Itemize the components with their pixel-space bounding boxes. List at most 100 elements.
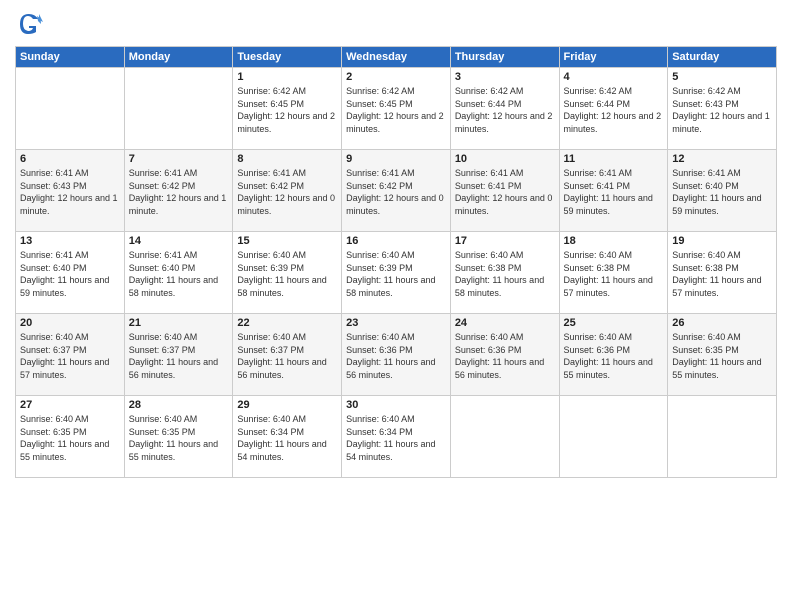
- day-info: Sunrise: 6:40 AM Sunset: 6:37 PM Dayligh…: [20, 331, 120, 381]
- calendar-cell: 26 Sunrise: 6:40 AM Sunset: 6:35 PM Dayli…: [668, 314, 777, 396]
- day-info: Sunrise: 6:40 AM Sunset: 6:37 PM Dayligh…: [237, 331, 337, 381]
- calendar-cell: 29 Sunrise: 6:40 AM Sunset: 6:34 PM Dayli…: [233, 396, 342, 478]
- day-info: Sunrise: 6:41 AM Sunset: 6:42 PM Dayligh…: [237, 167, 337, 217]
- day-info: Sunrise: 6:42 AM Sunset: 6:45 PM Dayligh…: [237, 85, 337, 135]
- weekday-friday: Friday: [559, 47, 668, 68]
- day-info: Sunrise: 6:42 AM Sunset: 6:44 PM Dayligh…: [564, 85, 664, 135]
- day-info: Sunrise: 6:41 AM Sunset: 6:43 PM Dayligh…: [20, 167, 120, 217]
- day-number: 10: [455, 153, 555, 165]
- day-number: 12: [672, 153, 772, 165]
- calendar-cell: 21 Sunrise: 6:40 AM Sunset: 6:37 PM Dayli…: [124, 314, 233, 396]
- weekday-monday: Monday: [124, 47, 233, 68]
- calendar-cell: 19 Sunrise: 6:40 AM Sunset: 6:38 PM Dayli…: [668, 232, 777, 314]
- week-row-2: 6 Sunrise: 6:41 AM Sunset: 6:43 PM Daylig…: [16, 150, 777, 232]
- header: [15, 10, 777, 38]
- calendar-cell: 3Sunrise: 6:42 AM Sunset: 6:44 PM Daylig…: [450, 68, 559, 150]
- day-number: 18: [564, 235, 664, 247]
- calendar-cell: 22 Sunrise: 6:40 AM Sunset: 6:37 PM Dayli…: [233, 314, 342, 396]
- day-number: 30: [346, 399, 446, 411]
- day-number: 8: [237, 153, 337, 165]
- weekday-sunday: Sunday: [16, 47, 125, 68]
- calendar-cell: [16, 68, 125, 150]
- day-info: Sunrise: 6:41 AM Sunset: 6:40 PM Dayligh…: [20, 249, 120, 299]
- day-info: Sunrise: 6:40 AM Sunset: 6:34 PM Dayligh…: [237, 413, 337, 463]
- day-number: 23: [346, 317, 446, 329]
- day-number: 17: [455, 235, 555, 247]
- day-info: Sunrise: 6:40 AM Sunset: 6:37 PM Dayligh…: [129, 331, 229, 381]
- day-info: Sunrise: 6:42 AM Sunset: 6:44 PM Dayligh…: [455, 85, 555, 135]
- day-number: 19: [672, 235, 772, 247]
- weekday-wednesday: Wednesday: [342, 47, 451, 68]
- day-number: 13: [20, 235, 120, 247]
- weekday-saturday: Saturday: [668, 47, 777, 68]
- calendar-cell: 8 Sunrise: 6:41 AM Sunset: 6:42 PM Daylig…: [233, 150, 342, 232]
- calendar-cell: 7 Sunrise: 6:41 AM Sunset: 6:42 PM Daylig…: [124, 150, 233, 232]
- day-info: Sunrise: 6:41 AM Sunset: 6:42 PM Dayligh…: [129, 167, 229, 217]
- calendar: SundayMondayTuesdayWednesdayThursdayFrid…: [15, 46, 777, 478]
- page: SundayMondayTuesdayWednesdayThursdayFrid…: [0, 0, 792, 612]
- day-number: 28: [129, 399, 229, 411]
- calendar-cell: 30Sunrise: 6:40 AM Sunset: 6:34 PM Dayli…: [342, 396, 451, 478]
- logo-icon: [15, 10, 43, 38]
- calendar-cell: 12 Sunrise: 6:41 AM Sunset: 6:40 PM Dayli…: [668, 150, 777, 232]
- week-row-3: 13 Sunrise: 6:41 AM Sunset: 6:40 PM Dayli…: [16, 232, 777, 314]
- day-info: Sunrise: 6:40 AM Sunset: 6:39 PM Dayligh…: [237, 249, 337, 299]
- day-number: 21: [129, 317, 229, 329]
- calendar-cell: [124, 68, 233, 150]
- day-number: 26: [672, 317, 772, 329]
- day-number: 20: [20, 317, 120, 329]
- calendar-cell: 20 Sunrise: 6:40 AM Sunset: 6:37 PM Dayli…: [16, 314, 125, 396]
- day-info: Sunrise: 6:41 AM Sunset: 6:41 PM Dayligh…: [564, 167, 664, 217]
- week-row-1: 1 Sunrise: 6:42 AM Sunset: 6:45 PM Daylig…: [16, 68, 777, 150]
- logo: [15, 10, 45, 38]
- calendar-cell: 17 Sunrise: 6:40 AM Sunset: 6:38 PM Dayli…: [450, 232, 559, 314]
- calendar-cell: 5 Sunrise: 6:42 AM Sunset: 6:43 PM Daylig…: [668, 68, 777, 150]
- day-number: 29: [237, 399, 337, 411]
- day-info: Sunrise: 6:40 AM Sunset: 6:35 PM Dayligh…: [20, 413, 120, 463]
- calendar-cell: 6 Sunrise: 6:41 AM Sunset: 6:43 PM Daylig…: [16, 150, 125, 232]
- day-info: Sunrise: 6:40 AM Sunset: 6:39 PM Dayligh…: [346, 249, 446, 299]
- day-number: 27: [20, 399, 120, 411]
- calendar-cell: 14 Sunrise: 6:41 AM Sunset: 6:40 PM Dayli…: [124, 232, 233, 314]
- calendar-cell: [668, 396, 777, 478]
- week-row-4: 20 Sunrise: 6:40 AM Sunset: 6:37 PM Dayli…: [16, 314, 777, 396]
- day-info: Sunrise: 6:41 AM Sunset: 6:41 PM Dayligh…: [455, 167, 555, 217]
- calendar-cell: 10 Sunrise: 6:41 AM Sunset: 6:41 PM Dayli…: [450, 150, 559, 232]
- day-number: 6: [20, 153, 120, 165]
- day-info: Sunrise: 6:40 AM Sunset: 6:36 PM Dayligh…: [346, 331, 446, 381]
- weekday-header-row: SundayMondayTuesdayWednesdayThursdayFrid…: [16, 47, 777, 68]
- day-info: Sunrise: 6:40 AM Sunset: 6:38 PM Dayligh…: [564, 249, 664, 299]
- calendar-cell: 15 Sunrise: 6:40 AM Sunset: 6:39 PM Dayli…: [233, 232, 342, 314]
- day-info: Sunrise: 6:40 AM Sunset: 6:36 PM Dayligh…: [564, 331, 664, 381]
- day-number: 24: [455, 317, 555, 329]
- day-info: Sunrise: 6:40 AM Sunset: 6:35 PM Dayligh…: [672, 331, 772, 381]
- calendar-cell: 18 Sunrise: 6:40 AM Sunset: 6:38 PM Dayli…: [559, 232, 668, 314]
- day-info: Sunrise: 6:41 AM Sunset: 6:42 PM Dayligh…: [346, 167, 446, 217]
- calendar-cell: 25 Sunrise: 6:40 AM Sunset: 6:36 PM Dayli…: [559, 314, 668, 396]
- day-number: 7: [129, 153, 229, 165]
- calendar-cell: 23 Sunrise: 6:40 AM Sunset: 6:36 PM Dayli…: [342, 314, 451, 396]
- day-number: 11: [564, 153, 664, 165]
- day-number: 22: [237, 317, 337, 329]
- day-info: Sunrise: 6:42 AM Sunset: 6:43 PM Dayligh…: [672, 85, 772, 135]
- calendar-cell: 27 Sunrise: 6:40 AM Sunset: 6:35 PM Dayli…: [16, 396, 125, 478]
- day-number: 15: [237, 235, 337, 247]
- calendar-cell: 11 Sunrise: 6:41 AM Sunset: 6:41 PM Dayli…: [559, 150, 668, 232]
- day-info: Sunrise: 6:40 AM Sunset: 6:35 PM Dayligh…: [129, 413, 229, 463]
- day-info: Sunrise: 6:40 AM Sunset: 6:38 PM Dayligh…: [455, 249, 555, 299]
- day-number: 25: [564, 317, 664, 329]
- day-info: Sunrise: 6:42 AM Sunset: 6:45 PM Dayligh…: [346, 85, 446, 135]
- day-info: Sunrise: 6:41 AM Sunset: 6:40 PM Dayligh…: [129, 249, 229, 299]
- calendar-cell: 2 Sunrise: 6:42 AM Sunset: 6:45 PM Daylig…: [342, 68, 451, 150]
- day-number: 14: [129, 235, 229, 247]
- day-number: 5: [672, 71, 772, 83]
- calendar-cell: [559, 396, 668, 478]
- day-info: Sunrise: 6:40 AM Sunset: 6:38 PM Dayligh…: [672, 249, 772, 299]
- calendar-cell: 16Sunrise: 6:40 AM Sunset: 6:39 PM Dayli…: [342, 232, 451, 314]
- day-number: 1: [237, 71, 337, 83]
- day-number: 2: [346, 71, 446, 83]
- weekday-thursday: Thursday: [450, 47, 559, 68]
- day-number: 9: [346, 153, 446, 165]
- day-info: Sunrise: 6:41 AM Sunset: 6:40 PM Dayligh…: [672, 167, 772, 217]
- calendar-cell: 24Sunrise: 6:40 AM Sunset: 6:36 PM Dayli…: [450, 314, 559, 396]
